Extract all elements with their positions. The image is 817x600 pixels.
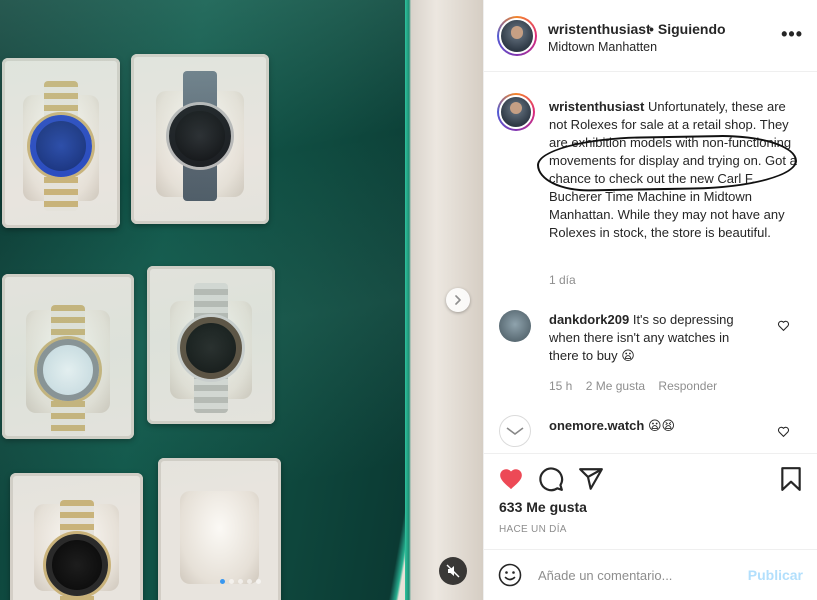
post-panel: wristenthusiast • Siguiendo Midtown Manha… — [483, 0, 817, 600]
comment-username[interactable]: dankdork209 — [549, 312, 629, 327]
carousel-dot — [247, 579, 252, 584]
username-link[interactable]: wristenthusiast — [548, 21, 651, 37]
comment-meta: 15 h 2 Me gusta Responder — [549, 379, 727, 393]
post-comment-button[interactable]: Publicar — [748, 567, 803, 583]
likes-count[interactable]: 633 Me gusta — [499, 499, 587, 515]
follow-label: Siguiendo — [657, 21, 726, 37]
follow-separator: • — [649, 21, 654, 37]
follow-status[interactable]: • Siguiendo — [649, 21, 726, 37]
more-options-button[interactable]: ••• — [781, 25, 803, 43]
carousel-dot — [220, 579, 225, 584]
comment-username[interactable]: onemore.watch — [549, 418, 644, 433]
smiley-icon[interactable] — [498, 563, 522, 587]
paper-plane-icon[interactable] — [578, 466, 604, 492]
avatar[interactable] — [499, 310, 531, 342]
post-actions: 633 Me gusta HACE UN DÍA — [484, 453, 817, 549]
comment-text: onemore.watch 😦😫 — [549, 417, 759, 435]
bookmark-icon[interactable] — [778, 466, 804, 492]
carousel-dot — [238, 579, 243, 584]
reply-button[interactable]: Responder — [658, 379, 717, 393]
post-timestamp[interactable]: HACE UN DÍA — [499, 524, 567, 535]
post-media[interactable] — [0, 0, 483, 600]
caption-time: 1 día — [549, 273, 576, 287]
heart-icon[interactable] — [498, 466, 524, 492]
comment-emoji: 😦 — [621, 348, 635, 363]
comment-input[interactable] — [538, 564, 738, 586]
avatar[interactable] — [497, 93, 535, 131]
comment-time: 15 h — [549, 379, 573, 393]
comment-likes[interactable]: 2 Me gusta — [586, 379, 645, 393]
comment-icon[interactable] — [538, 466, 564, 492]
comment-text: dankdork209 It's so depressing when ther… — [549, 311, 759, 365]
muted-speaker-icon — [446, 564, 460, 578]
comment-emoji: 😦😫 — [647, 418, 676, 433]
post-header: wristenthusiast • Siguiendo Midtown Manha… — [484, 0, 817, 72]
glass-door-edge — [405, 0, 483, 600]
carousel-dot — [256, 579, 261, 584]
carousel-dot — [229, 579, 234, 584]
heart-icon[interactable] — [777, 319, 790, 332]
mute-button[interactable] — [439, 557, 467, 585]
caption-username[interactable]: wristenthusiast — [549, 99, 644, 114]
chevron-right-icon — [455, 295, 461, 305]
location-link[interactable]: Midtown Manhatten — [548, 40, 657, 54]
heart-icon[interactable] — [777, 425, 790, 438]
carousel-dots — [220, 579, 261, 584]
next-slide-button[interactable] — [446, 288, 470, 312]
comments-list[interactable]: wristenthusiast Unfortunately, these are… — [484, 73, 817, 453]
avatar[interactable] — [499, 415, 531, 447]
avatar[interactable] — [497, 16, 537, 56]
comment-composer: Publicar — [484, 549, 817, 600]
